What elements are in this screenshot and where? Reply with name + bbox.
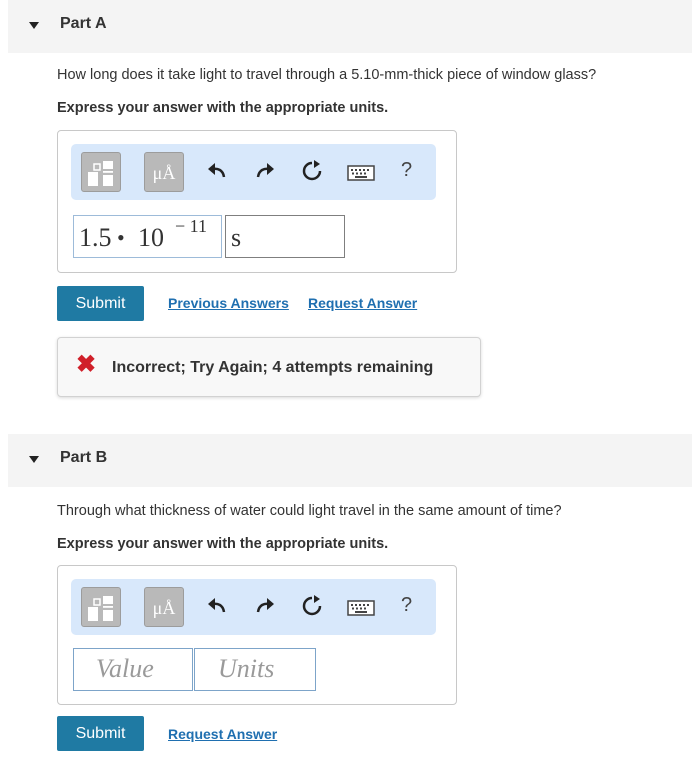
units-placeholder: Units: [218, 654, 275, 683]
part-a-request-answer-link[interactable]: Request Answer: [308, 295, 417, 311]
redo-icon[interactable]: [254, 596, 276, 616]
part-a-math-toolbar: μÅ ?: [71, 144, 436, 200]
incorrect-icon: ✖: [76, 351, 97, 378]
help-button[interactable]: ?: [401, 159, 412, 182]
answer-mantissa: 1.5: [79, 223, 112, 252]
reset-icon[interactable]: [301, 595, 323, 617]
reset-icon[interactable]: [301, 160, 323, 182]
undo-icon[interactable]: [206, 596, 228, 616]
templates-button[interactable]: [81, 587, 121, 627]
part-b-request-answer-link[interactable]: Request Answer: [168, 726, 277, 742]
feedback-message: Incorrect; Try Again; 4 attempts remaini…: [112, 359, 434, 376]
part-b-submit-button[interactable]: Submit: [57, 716, 144, 751]
part-a-title: Part A: [60, 15, 107, 32]
part-b-instruction: Express your answer with the appropriate…: [57, 536, 389, 552]
templates-icon: [88, 596, 113, 621]
part-a-question: How long does it take light to travel th…: [57, 67, 597, 83]
keyboard-icon[interactable]: [347, 165, 375, 181]
answer-exponent: − 11: [175, 216, 207, 236]
collapse-caret-icon[interactable]: [29, 456, 39, 463]
templates-button[interactable]: [81, 152, 121, 192]
part-b-title: Part B: [60, 449, 108, 466]
redo-icon[interactable]: [254, 161, 276, 181]
part-b-answer-box: μÅ ? Value Units: [57, 565, 457, 705]
units-button[interactable]: μÅ: [144, 152, 184, 192]
answer-times: •: [117, 225, 125, 250]
collapse-caret-icon[interactable]: [29, 22, 39, 29]
units-button[interactable]: μÅ: [144, 587, 184, 627]
templates-icon: [88, 161, 113, 186]
part-b-value-field[interactable]: Value: [73, 648, 193, 691]
part-a-header[interactable]: Part A: [8, 0, 692, 53]
part-b-question: Through what thickness of water could li…: [57, 503, 562, 519]
feedback-box: ✖ Incorrect; Try Again; 4 attempts remai…: [57, 337, 481, 397]
part-a-answer-box: μÅ ? 1.5 • 10 − 11 s: [57, 130, 457, 273]
part-a-instruction: Express your answer with the appropriate…: [57, 100, 389, 116]
help-button[interactable]: ?: [401, 594, 412, 617]
part-a-value-field[interactable]: 1.5 • 10 − 11: [73, 215, 222, 258]
previous-answers-link[interactable]: Previous Answers: [168, 295, 289, 311]
answer-base: 10: [138, 223, 164, 252]
part-b-units-field[interactable]: Units: [194, 648, 316, 691]
part-b-math-toolbar: μÅ ?: [71, 579, 436, 635]
part-a-units-field[interactable]: s: [225, 215, 345, 258]
part-b-header[interactable]: Part B: [8, 434, 692, 487]
part-a-submit-button[interactable]: Submit: [57, 286, 144, 321]
keyboard-icon[interactable]: [347, 600, 375, 616]
answer-units: s: [231, 223, 242, 252]
undo-icon[interactable]: [206, 161, 228, 181]
value-placeholder: Value: [96, 654, 154, 683]
